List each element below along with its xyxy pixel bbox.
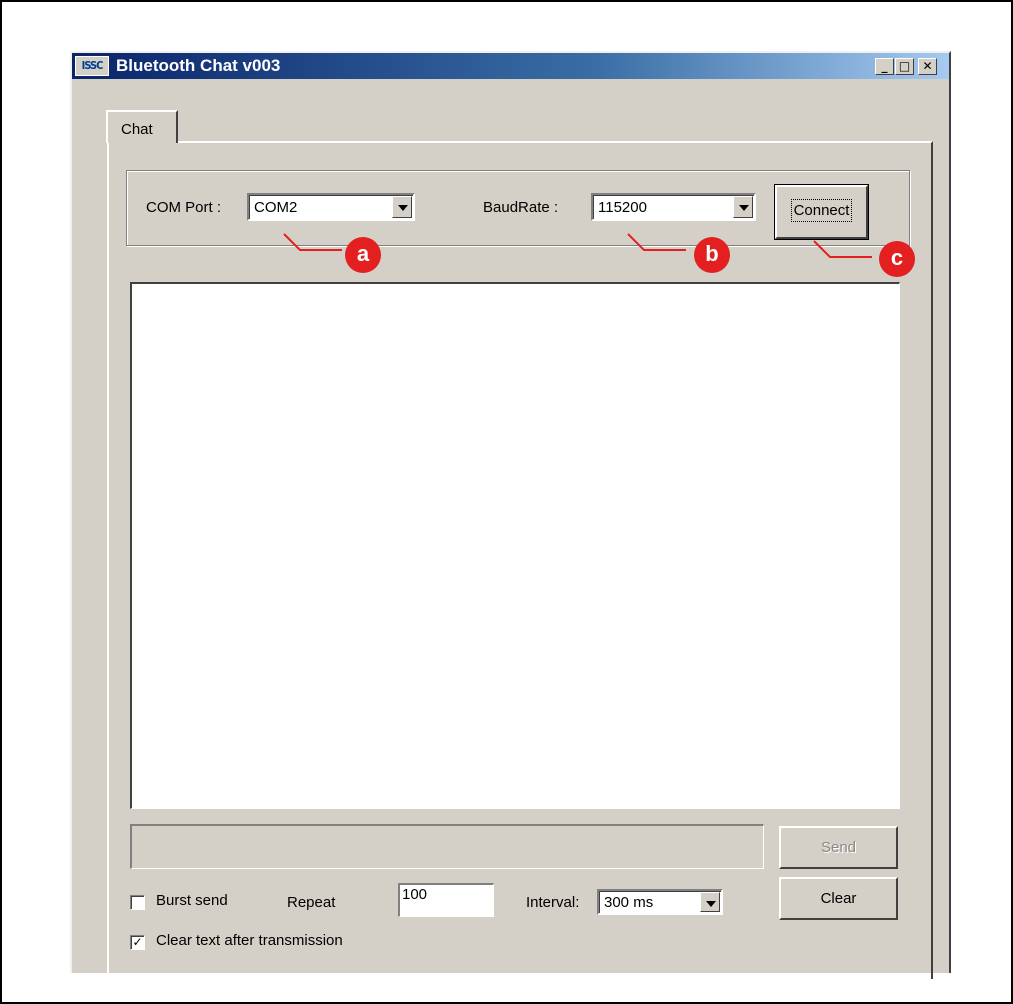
tab-chat[interactable]: Chat	[106, 110, 178, 143]
maximize-icon: □	[898, 59, 911, 73]
callout-badge-a: a	[345, 237, 381, 273]
repeat-label: Repeat	[287, 894, 336, 911]
title-bar[interactable]: ISSC Bluetooth Chat v003 _ □ ✕	[72, 53, 949, 79]
chevron-down-icon[interactable]	[392, 196, 412, 218]
clear-after-tx-label: Clear text after transmission	[156, 932, 343, 949]
callout-line-c	[813, 240, 872, 258]
window-title: Bluetooth Chat v003	[116, 56, 281, 75]
connect-button-label: Connect	[790, 199, 853, 222]
com-port-combo[interactable]: COM2	[247, 193, 415, 221]
close-button[interactable]: ✕	[918, 58, 937, 75]
checkmark-icon: ✓	[132, 935, 143, 949]
close-icon: ✕	[922, 59, 933, 73]
chevron-down-icon[interactable]	[733, 196, 753, 218]
minimize-button[interactable]: _	[875, 58, 894, 75]
repeat-input[interactable]: 100	[398, 883, 494, 917]
maximize-button[interactable]: □	[895, 58, 914, 75]
clear-button-label: Clear	[820, 890, 857, 907]
message-input[interactable]	[130, 824, 764, 869]
interval-combo[interactable]: 300 ms	[597, 889, 723, 915]
baud-rate-label: BaudRate :	[483, 199, 559, 216]
callout-line-b	[627, 233, 686, 251]
minimize-icon: _	[881, 59, 888, 73]
tab-chat-label: Chat	[121, 121, 153, 138]
baud-rate-value: 115200	[598, 199, 647, 216]
send-button-label: Send	[820, 839, 857, 856]
interval-label: Interval:	[526, 894, 580, 911]
clear-button[interactable]: Clear	[779, 877, 898, 920]
chevron-down-icon[interactable]	[700, 892, 720, 912]
com-port-value: COM2	[254, 199, 298, 216]
baud-rate-combo[interactable]: 115200	[591, 193, 756, 221]
callout-line-a	[283, 233, 342, 251]
clear-after-tx-checkbox[interactable]: ✓	[130, 935, 145, 950]
burst-send-label: Burst send	[156, 892, 228, 909]
issc-app-icon: ISSC	[75, 56, 109, 76]
interval-value: 300 ms	[604, 894, 654, 911]
chat-log[interactable]	[130, 282, 900, 809]
callout-badge-c: c	[879, 241, 915, 277]
app-window: ISSC Bluetooth Chat v003 _ □ ✕ Chat COM …	[70, 51, 951, 979]
connect-button[interactable]: Connect	[774, 184, 869, 240]
send-button[interactable]: Send	[779, 826, 898, 869]
callout-badge-b: b	[694, 237, 730, 273]
com-port-label: COM Port :	[146, 199, 222, 216]
burst-send-checkbox[interactable]	[130, 895, 145, 910]
